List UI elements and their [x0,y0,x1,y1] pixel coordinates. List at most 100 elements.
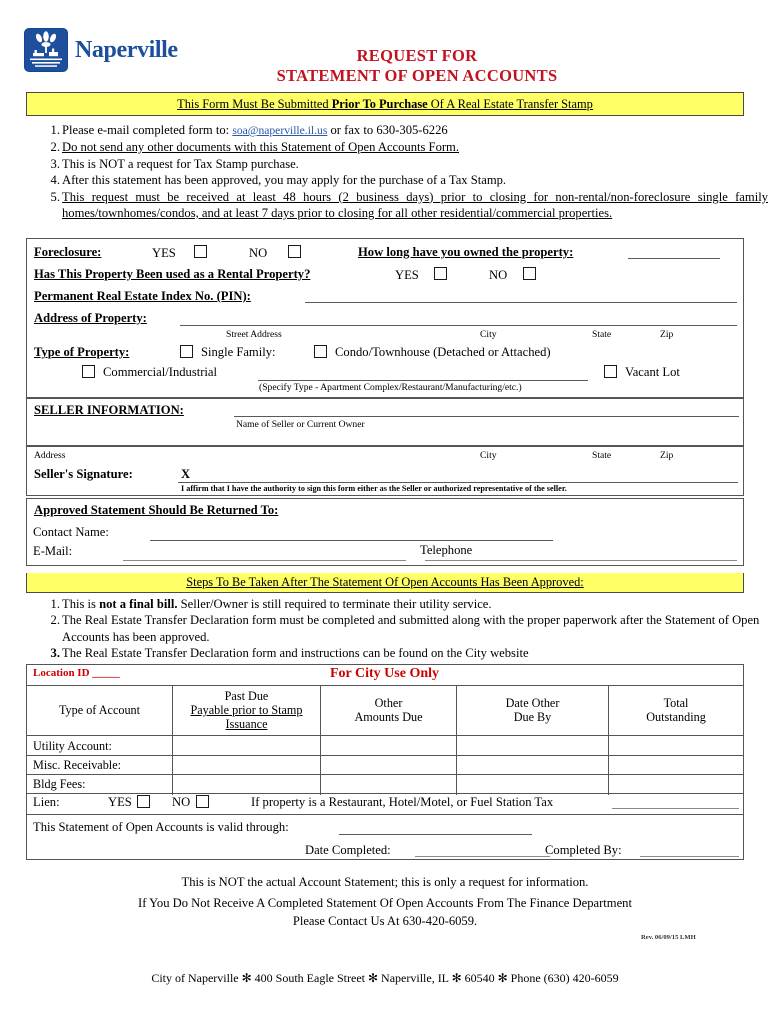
seller-name-caption: Name of Seller or Current Owner [236,419,365,430]
vacant-lot-checkbox[interactable] [604,365,617,378]
cell-bldg-other[interactable] [322,774,455,793]
col-header-type-of-account: Type of Account [28,686,171,734]
telephone-label: Telephone [420,543,473,557]
contact-name-label: Contact Name: [33,525,109,539]
col-header-line2: Outstanding [646,710,706,724]
how-long-owned-input[interactable] [628,258,720,259]
col-header-line2: Amounts Due [354,710,423,724]
instruction-item-3: 3. This is NOT a request for Tax Stamp p… [32,156,744,172]
commercial-industrial-label: Commercial/Industrial [103,365,218,379]
footer-note-1: This is NOT the actual Account Statement… [181,875,589,889]
completed-by-label: Completed By: [545,843,622,857]
banner-text: This Form Must Be Submitted Prior To Pur… [177,97,593,111]
for-city-use-only-title: For City Use Only [330,666,440,681]
rental-no-checkbox[interactable] [523,267,536,280]
table-lien-divider [27,814,743,816]
condo-townhouse-label: Condo/Townhouse (Detached or Attached) [335,345,551,359]
cell-utility-other[interactable] [322,736,455,755]
step-item-1: 1. This is not a final bill. Seller/Owne… [32,596,744,612]
submit-prior-banner: This Form Must Be Submitted Prior To Pur… [26,92,744,116]
title-line-2: STATEMENT OF OPEN ACCOUNTS [276,66,558,85]
city-caption: City [480,329,497,340]
foreclosure-label: Foreclosure: [34,245,102,259]
foreclosure-no-label: NO [249,246,268,260]
email-label: E-Mail: [33,544,73,558]
cell-utility-total[interactable] [610,736,742,755]
instruction-item-1: 1. Please e-mail completed form to: soa@… [32,122,744,139]
col-header-line2: Payable prior to Stamp [190,703,303,717]
date-completed-input[interactable] [415,856,550,857]
step-item-2: 2. The Real Estate Transfer Declaration … [32,612,768,645]
telephone-input[interactable] [425,560,737,561]
rental-yes-label: YES [395,268,419,282]
pin-input[interactable] [305,302,737,303]
instruction-number: 4. [50,173,60,188]
cell-utility-dateother[interactable] [458,736,607,755]
steps-banner-text: Steps To Be Taken After The Statement Of… [186,575,584,589]
instruction-item-5: 5. This request must be received at leas… [32,189,768,222]
col-header-line1: Total [663,696,689,710]
row-label: Bldg Fees: [33,776,86,791]
condo-townhouse-checkbox[interactable] [314,345,327,358]
seller-information-label: SELLER INFORMATION: [34,403,184,417]
col-header-text: Type of Account [58,703,141,717]
soa-email-link[interactable]: soa@naperville.il.us [232,124,327,137]
instruction-number: 1. [50,123,60,137]
specify-type-input[interactable] [258,380,588,381]
col-header-line3: Issuance [225,717,268,731]
valid-through-label: This Statement of Open Accounts is valid… [33,820,289,834]
property-address-input[interactable] [180,325,737,326]
commercial-industrial-checkbox[interactable] [82,365,95,378]
document-title: REQUEST FOR STATEMENT OF OPEN ACCOUNTS [0,46,770,86]
foreclosure-yes-checkbox[interactable] [194,245,207,258]
instruction-text: This request must be received at least 4… [62,189,768,221]
cell-misc-pastdue[interactable] [174,755,319,774]
cell-utility-pastdue[interactable] [174,736,319,755]
step-post: Seller/Owner is still required to termin… [177,597,492,611]
instruction-number: 3. [50,156,60,171]
cell-bldg-dateother[interactable] [458,774,607,793]
table-row-bldg-fees: Bldg Fees: [28,774,171,793]
single-family-label: Single Family: [201,345,276,359]
lien-no-label: NO [172,795,191,809]
seller-city-caption: City [480,450,497,461]
lien-tax-input[interactable] [612,808,739,809]
sellers-signature-label: Seller's Signature: [34,467,133,481]
seller-signature-input[interactable] [178,482,738,483]
cell-misc-other[interactable] [322,755,455,774]
step-item-3: 3. The Real Estate Transfer Declaration … [32,645,744,661]
footer-note-3: Please Contact Us At 630-420-6059. [292,914,478,928]
lien-no-checkbox[interactable] [196,795,209,808]
col-header-line2: Due By [513,710,552,724]
affirm-caption: I affirm that I have the authority to si… [181,484,567,493]
instruction-item-2: 2. Do not send any other documents with … [32,139,744,155]
cell-bldg-total[interactable] [610,774,742,793]
valid-through-input[interactable] [339,834,532,835]
row-label: Misc. Receivable: [33,757,121,772]
seller-name-input[interactable] [234,416,739,417]
rental-yes-checkbox[interactable] [434,267,447,280]
instructions-list: 1. Please e-mail completed form to: soa@… [32,122,768,221]
email-input[interactable] [123,560,406,561]
step-number: 2. [50,613,60,628]
foreclosure-yes-label: YES [152,246,176,260]
step-number: 3. [50,646,60,661]
seller-zip-caption: Zip [660,450,674,461]
banner-post: Of A Real Estate Transfer Stamp [427,97,593,111]
lien-yes-checkbox[interactable] [137,795,150,808]
single-family-checkbox[interactable] [180,345,193,358]
specify-type-caption: (Specify Type - Apartment Complex/Restau… [259,382,522,393]
foreclosure-no-checkbox[interactable] [288,245,301,258]
state-caption: State [592,329,612,340]
page-header: Naperville REQUEST FOR STATEMENT OF OPEN… [0,14,770,85]
cell-bldg-pastdue[interactable] [174,774,319,793]
completed-by-input[interactable] [640,856,739,857]
col-header-total-outstanding: Total Outstanding [610,686,742,734]
contact-name-input[interactable] [150,540,553,541]
steps-list: 1. This is not a final bill. Seller/Owne… [32,596,760,662]
cell-misc-dateother[interactable] [458,755,607,774]
step-text: The Real Estate Transfer Declaration for… [62,613,760,644]
seller-address-caption: Address [34,450,66,461]
cell-misc-total[interactable] [610,755,742,774]
table-row-misc-receivable: Misc. Receivable: [28,755,171,774]
